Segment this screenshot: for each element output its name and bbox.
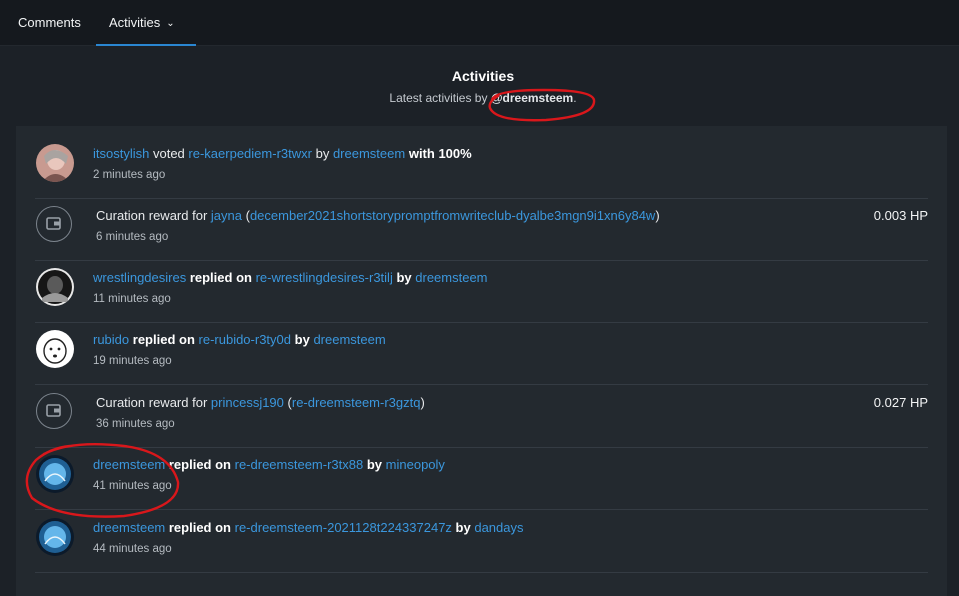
wallet-icon	[36, 393, 72, 429]
by-word: by	[455, 520, 471, 535]
page-title: Activities	[451, 68, 515, 84]
activity-row: dreemsteem replied on re-dreemsteem-2021…	[35, 510, 928, 573]
activity-verb: replied on	[132, 332, 195, 347]
activity-row: rubido replied on re-rubido-r3ty0d by dr…	[35, 322, 928, 385]
user-link[interactable]: rubido	[93, 332, 129, 347]
activity-verb: voted	[152, 146, 185, 161]
by-word: by	[396, 270, 412, 285]
user-link[interactable]: jayna	[211, 208, 242, 223]
activity-time: 19 minutes ago	[93, 355, 172, 367]
subtitle-prefix: Latest activities by	[389, 91, 491, 105]
user-link[interactable]: dreemsteem	[93, 520, 165, 535]
page-subtitle: Latest activities by @dreemsteem.	[0, 91, 959, 105]
activity-row: wrestlingdesires replied on re-wrestling…	[35, 260, 928, 323]
avatar[interactable]	[36, 144, 74, 182]
activity-text: rubido replied on re-rubido-r3ty0d by dr…	[93, 332, 386, 347]
author-link[interactable]: dreemsteem	[415, 270, 487, 285]
activity-time: 11 minutes ago	[93, 293, 171, 305]
avatar[interactable]	[36, 330, 74, 368]
activity-time: 41 minutes ago	[93, 480, 172, 492]
post-link[interactable]: re-dreemsteem-r3gztq	[292, 395, 421, 410]
wallet-icon	[36, 206, 72, 242]
page-header: Activities Latest activities by @dreemst…	[0, 68, 959, 105]
avatar[interactable]	[36, 268, 74, 306]
activity-time: 36 minutes ago	[96, 418, 175, 430]
subtitle-suffix: .	[573, 91, 577, 105]
post-link[interactable]: december2021shortstorypromptfromwriteclu…	[250, 208, 655, 223]
close-paren: )	[655, 208, 660, 223]
activity-list: itsostylish voted re-kaerpediem-r3twxr b…	[16, 126, 947, 596]
activity-verb: replied on	[168, 457, 231, 472]
subtitle-username[interactable]: @dreemsteem	[491, 91, 573, 105]
by-word: by	[294, 332, 310, 347]
reward-label: Curation reward for	[96, 208, 208, 223]
activity-time: 6 minutes ago	[96, 231, 169, 243]
tab-activities[interactable]: Activities ⌄	[96, 0, 196, 46]
vote-weight: 100%	[438, 146, 472, 161]
post-link[interactable]: re-dreemsteem-r3tx88	[235, 457, 364, 472]
chevron-down-icon: ⌄	[166, 18, 175, 29]
activity-text: wrestlingdesires replied on re-wrestling…	[93, 270, 488, 285]
activity-time: 44 minutes ago	[93, 543, 172, 555]
activity-verb: replied on	[189, 270, 252, 285]
activity-text: Curation reward for jayna (december2021s…	[96, 208, 660, 223]
top-tab-bar: Comments Activities ⌄	[0, 0, 959, 46]
reward-amount: 0.003 HP	[873, 208, 928, 223]
author-link[interactable]: dreemsteem	[333, 146, 405, 161]
activity-text: dreemsteem replied on re-dreemsteem-2021…	[93, 520, 524, 535]
activity-row: itsostylish voted re-kaerpediem-r3twxr b…	[35, 136, 928, 199]
author-link[interactable]: mineopoly	[386, 457, 445, 472]
user-link[interactable]: itsostylish	[93, 146, 149, 161]
by-word: by	[315, 146, 330, 161]
avatar[interactable]	[36, 455, 74, 493]
activity-row: Curation reward for jayna (december2021s…	[35, 198, 928, 261]
author-link[interactable]: dandays	[474, 520, 523, 535]
activity-text: dreemsteem replied on re-dreemsteem-r3tx…	[93, 457, 445, 472]
activity-time: 2 minutes ago	[93, 169, 166, 181]
reward-label: Curation reward for	[96, 395, 208, 410]
activity-text: Curation reward for princessj190 (re-dre…	[96, 395, 425, 410]
post-link[interactable]: re-wrestlingdesires-r3tilj	[256, 270, 393, 285]
post-link[interactable]: re-dreemsteem-2021128t224337247z	[235, 520, 452, 535]
close-paren: )	[420, 395, 425, 410]
activity-text: itsostylish voted re-kaerpediem-r3twxr b…	[93, 146, 472, 161]
with-word: with	[408, 146, 435, 161]
user-link[interactable]: wrestlingdesires	[93, 270, 186, 285]
user-link[interactable]: princessj190	[211, 395, 284, 410]
activity-row: Curation reward for princessj190 (re-dre…	[35, 385, 928, 448]
tab-activities-label: Activities	[109, 15, 161, 30]
by-word: by	[366, 457, 383, 472]
post-link[interactable]: re-rubido-r3ty0d	[199, 332, 292, 347]
user-link[interactable]: dreemsteem	[93, 457, 165, 472]
post-link[interactable]: re-kaerpediem-r3twxr	[188, 146, 312, 161]
avatar[interactable]	[36, 518, 74, 556]
author-link[interactable]: dreemsteem	[313, 332, 385, 347]
activity-verb: replied on	[168, 520, 231, 535]
reward-amount: 0.027 HP	[873, 395, 928, 410]
tab-comments[interactable]: Comments	[18, 0, 81, 45]
activity-row: dreemsteem replied on re-dreemsteem-r3tx…	[35, 447, 928, 510]
